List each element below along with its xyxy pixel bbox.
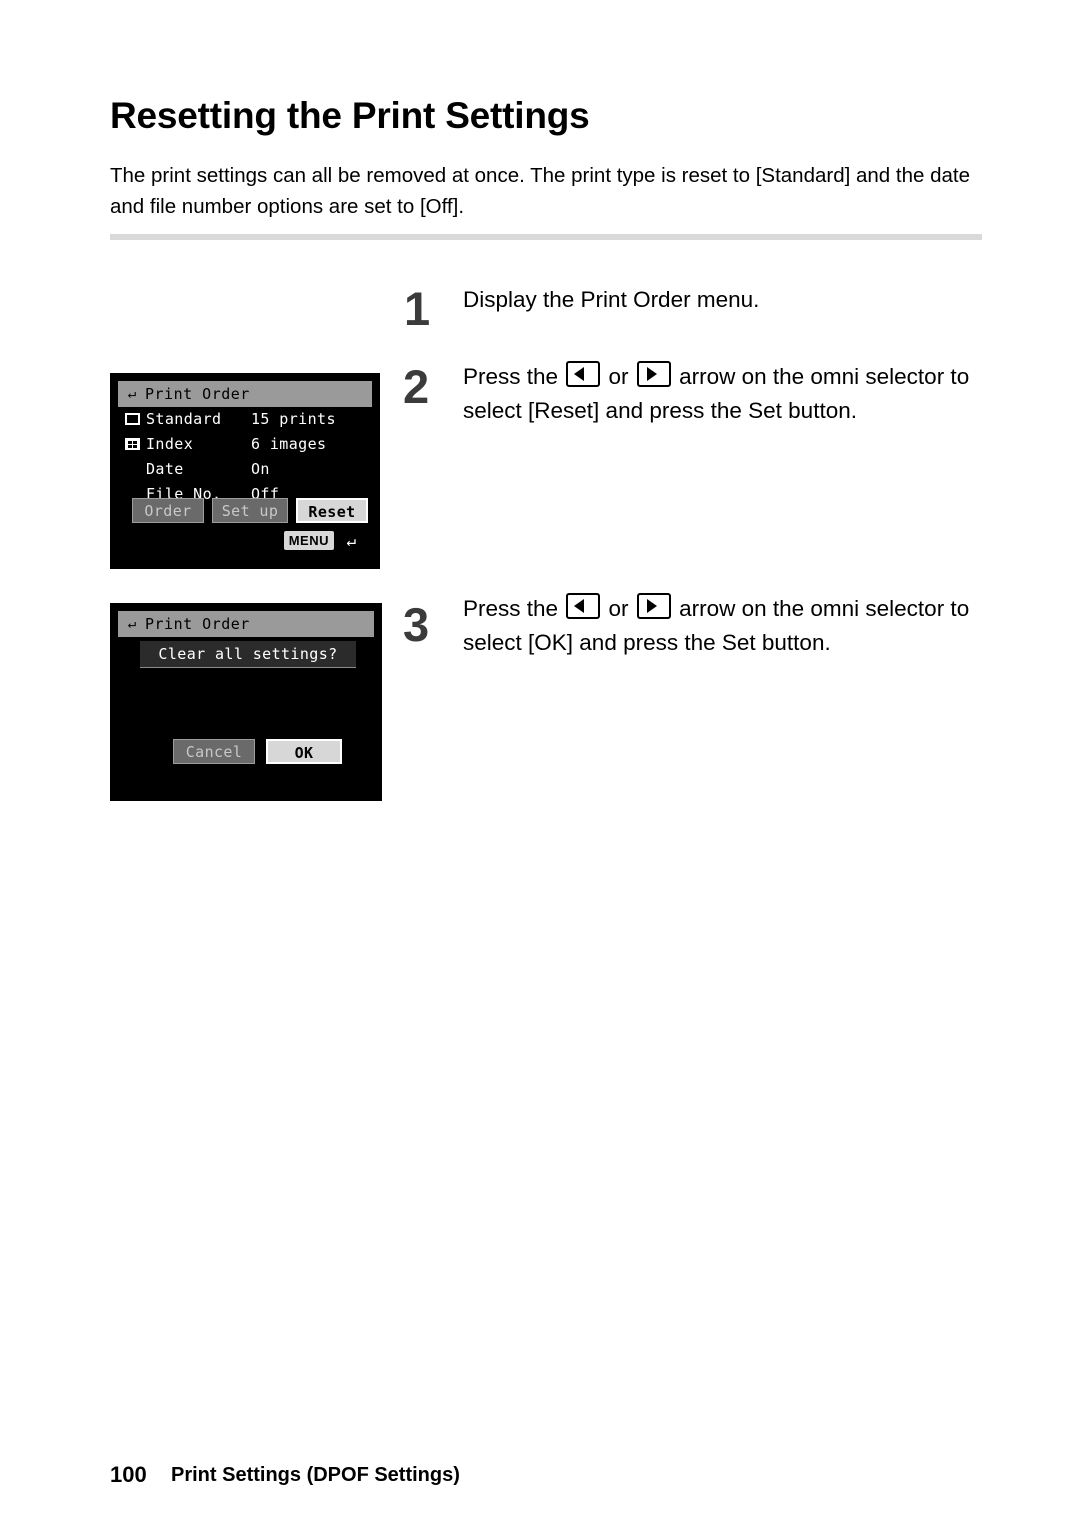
lcd-dialog-button-row: Cancel OK xyxy=(118,739,374,765)
ok-button[interactable]: OK xyxy=(266,739,342,764)
reset-button[interactable]: Reset xyxy=(296,498,368,523)
step-3-text-mid: or xyxy=(602,596,635,621)
list-item-label: Standard xyxy=(146,410,222,428)
right-arrow-icon xyxy=(636,361,671,387)
step-3-text: Press the or arrow on the omni selector … xyxy=(463,592,1003,660)
lcd-settings-list: Standard 15 prints Index 6 images Date O… xyxy=(118,407,372,507)
list-item[interactable]: Date On xyxy=(118,457,372,482)
list-item[interactable]: Standard 15 prints xyxy=(118,407,372,432)
return-icon: ↵ xyxy=(127,386,137,402)
step-3-number: 3 xyxy=(403,598,430,651)
lcd-titlebar-clear-dialog: ↵ Print Order xyxy=(118,611,374,637)
list-item-value: On xyxy=(251,460,270,478)
intro-paragraph: The print settings can all be removed at… xyxy=(110,164,970,218)
list-item-value: 6 images xyxy=(251,435,327,453)
step-2-number: 2 xyxy=(403,360,430,413)
list-item-value: 15 prints xyxy=(251,410,336,428)
step-2-text: Press the or arrow on the omni selector … xyxy=(463,360,997,428)
confirm-question-text: Clear all settings? xyxy=(140,641,356,668)
lcd-titlebar-print-order: ↵ Print Order xyxy=(118,381,372,407)
step-3-text-before: Press the xyxy=(463,596,565,621)
lcd-inner-print-order: ↵ Print Order Standard 15 prints Index 6… xyxy=(118,381,372,561)
horizontal-rule xyxy=(110,234,982,240)
index-print-icon xyxy=(125,438,140,450)
return-icon: ↵ xyxy=(127,616,137,632)
document-page: Resetting the Print Settings The print s… xyxy=(0,0,1080,1529)
left-arrow-icon xyxy=(566,361,601,387)
step-2-text-mid: or xyxy=(602,364,635,389)
set-up-button[interactable]: Set up xyxy=(212,498,288,523)
left-arrow-icon xyxy=(566,593,601,619)
page-number: 100 xyxy=(110,1462,147,1487)
lcd-inner-clear-dialog: ↵ Print Order Clear all settings? Cancel… xyxy=(118,611,374,793)
lcd-title-text: Print Order xyxy=(145,615,250,633)
lcd-title-text: Print Order xyxy=(145,385,250,403)
lcd-screenshot-print-order: ↵ Print Order Standard 15 prints Index 6… xyxy=(110,373,380,569)
list-item-label: Index xyxy=(146,435,194,453)
lcd-button-row: Order Set up Reset xyxy=(118,498,372,523)
cancel-button[interactable]: Cancel xyxy=(173,739,255,764)
lcd-menu-row: MENU ↵ xyxy=(118,529,372,557)
page-title: Resetting the Print Settings xyxy=(110,95,590,136)
footer-section-title: Print Settings (DPOF Settings) xyxy=(171,1464,460,1486)
right-arrow-icon xyxy=(636,593,671,619)
standard-print-icon xyxy=(125,413,140,425)
step-1-text: Display the Print Order menu. xyxy=(463,283,1003,317)
menu-badge[interactable]: MENU xyxy=(283,531,334,550)
order-button[interactable]: Order xyxy=(132,498,204,523)
return-icon: ↵ xyxy=(346,531,356,550)
step-1-text-part: Display the Print Order menu. xyxy=(463,287,760,312)
lcd-screenshot-clear-dialog: ↵ Print Order Clear all settings? Cancel… xyxy=(110,603,382,801)
step-2-text-before: Press the xyxy=(463,364,565,389)
step-1-number: 1 xyxy=(404,282,431,335)
list-item-label: Date xyxy=(146,460,184,478)
list-item[interactable]: Index 6 images xyxy=(118,432,372,457)
